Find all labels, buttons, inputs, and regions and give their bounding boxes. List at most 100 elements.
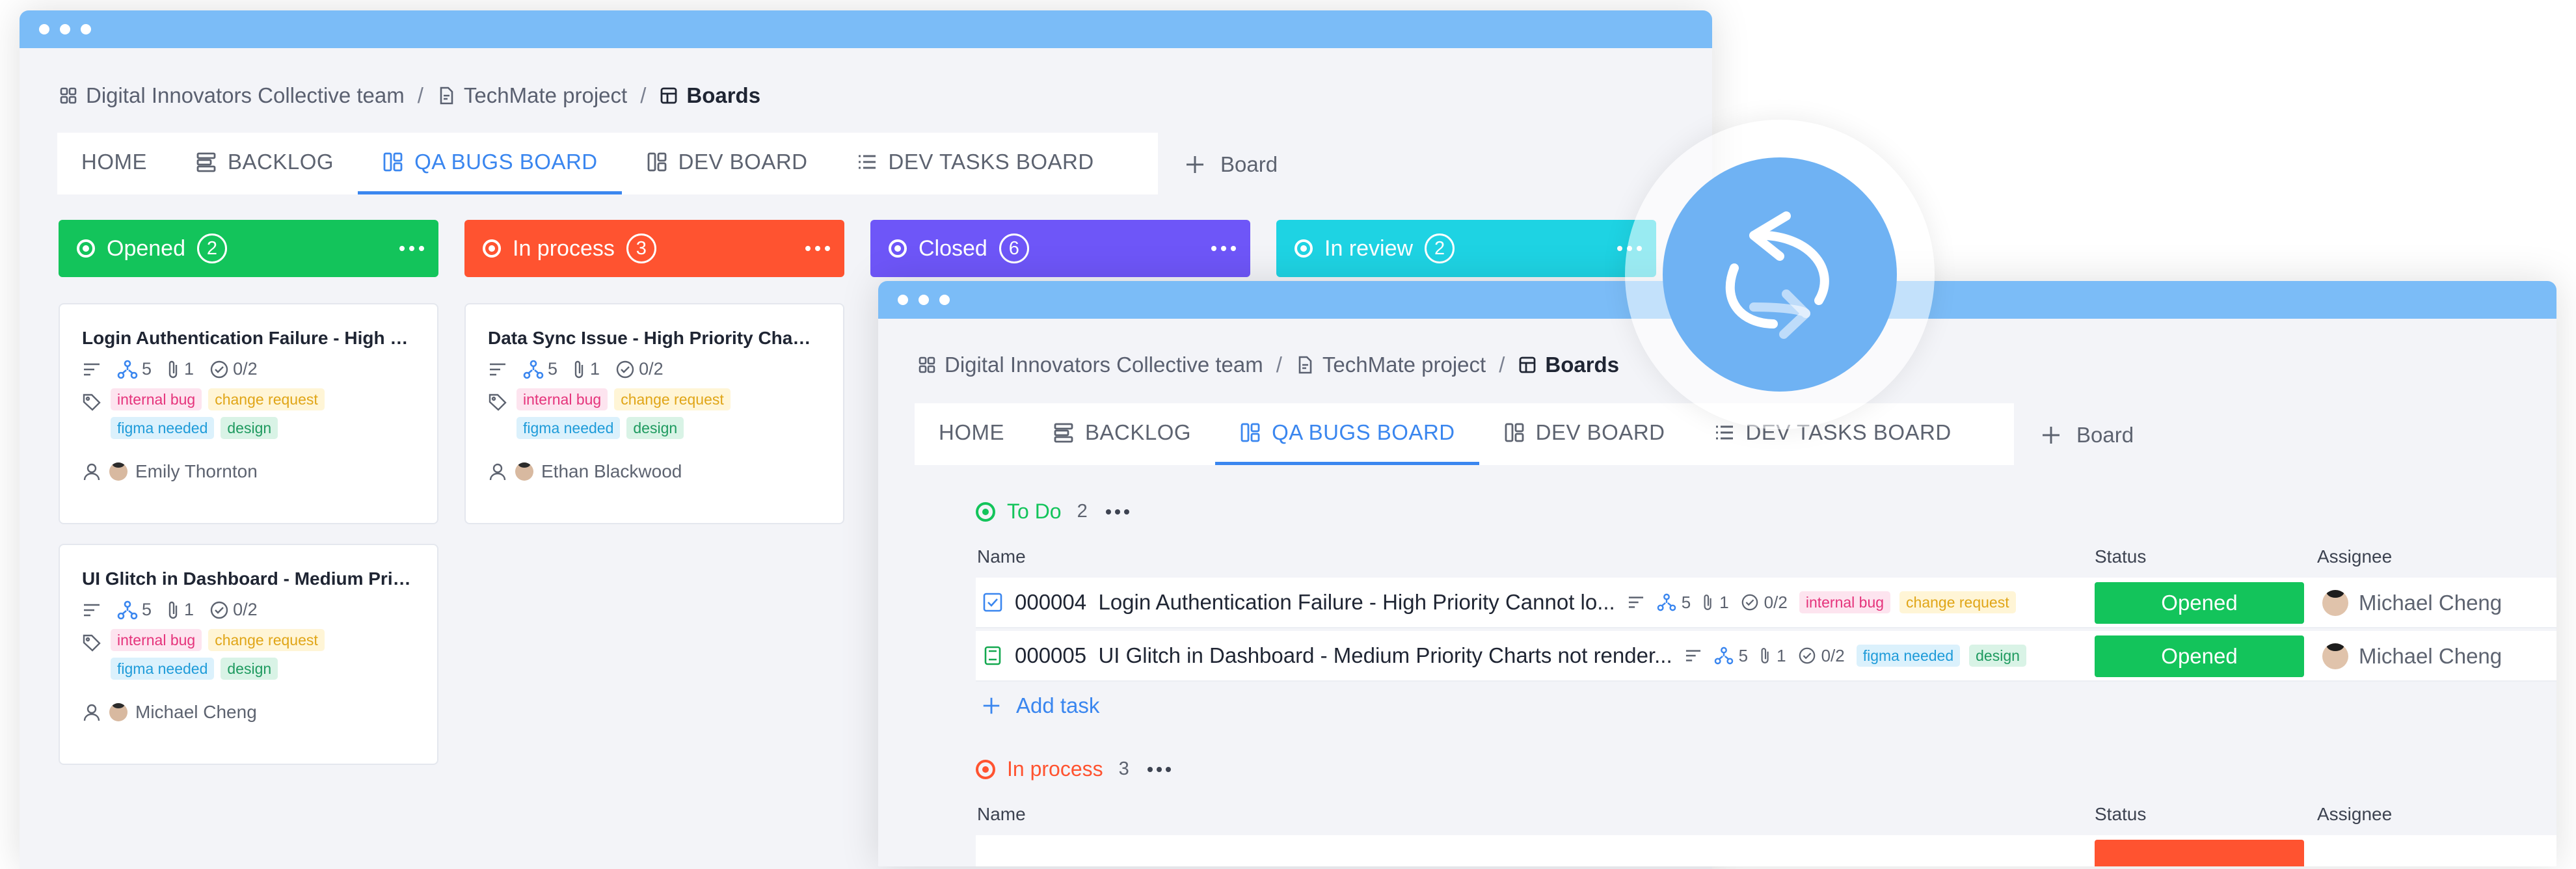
- add-board-label: Board: [1220, 152, 1278, 176]
- status-badge[interactable]: Opened: [2095, 582, 2304, 624]
- checklist-value: 0/2: [233, 359, 258, 379]
- subtasks-value: 5: [142, 600, 152, 619]
- tab-home[interactable]: HOME: [57, 133, 171, 194]
- task-name[interactable]: 000004 Login Authentication Failure - Hi…: [1015, 590, 1615, 615]
- table-row[interactable]: 000004 Login Authentication Failure - Hi…: [976, 578, 2556, 628]
- checklist-value: 0/2: [1821, 645, 1845, 665]
- checklist-icon: [1741, 594, 1758, 611]
- more-icon[interactable]: [399, 246, 424, 251]
- checklist-count: 0/2: [209, 359, 258, 379]
- task-card[interactable]: Data Sync Issue - High Priority Chang...…: [464, 303, 844, 524]
- tag-change-request[interactable]: change request: [208, 388, 325, 410]
- breadcrumb: Digital Innovators Collective team / Tec…: [59, 83, 760, 108]
- tag-internal-bug[interactable]: internal bug: [517, 388, 608, 410]
- group-title: In process: [1007, 757, 1103, 781]
- more-icon[interactable]: [1147, 766, 1171, 772]
- tag-internal-bug[interactable]: internal bug: [111, 629, 202, 651]
- column-header-in-process[interactable]: In process 3: [464, 220, 844, 277]
- boards-icon: [660, 87, 677, 104]
- breadcrumb-project[interactable]: TechMate project: [1322, 353, 1486, 377]
- tab-backlog[interactable]: BACKLOG: [1028, 403, 1215, 465]
- tag-internal-bug[interactable]: internal bug: [1799, 591, 1891, 613]
- window-control-dot[interactable]: [939, 295, 950, 305]
- tag-figma-needed[interactable]: figma needed: [111, 658, 215, 680]
- tag-figma-needed[interactable]: figma needed: [1856, 645, 1961, 667]
- avatar: [2322, 643, 2348, 669]
- column-header-opened[interactable]: Opened 2: [59, 220, 438, 277]
- more-icon[interactable]: [805, 246, 830, 251]
- attachments-count: 1: [167, 600, 194, 620]
- tab-home[interactable]: HOME: [915, 403, 1028, 465]
- add-task-button[interactable]: Add task: [981, 693, 1099, 718]
- attachments-value: 1: [1719, 592, 1729, 612]
- tag-design[interactable]: design: [626, 417, 684, 439]
- breadcrumb-team[interactable]: Digital Innovators Collective team: [945, 353, 1263, 377]
- task-doc-icon[interactable]: [982, 645, 1003, 666]
- group-header-in-process[interactable]: In process 3: [976, 757, 1171, 781]
- tag-design[interactable]: design: [221, 658, 278, 680]
- tab-qa-bugs-board[interactable]: QA BUGS BOARD: [358, 133, 622, 194]
- column-count: 2: [197, 234, 227, 263]
- task-checkbox-icon[interactable]: [982, 592, 1003, 613]
- tag-internal-bug[interactable]: internal bug: [111, 388, 202, 410]
- tag-change-request[interactable]: change request: [614, 388, 731, 410]
- tab-dev-tasks-board[interactable]: DEV TASKS BOARD: [832, 133, 1118, 194]
- tab-label: QA BUGS BOARD: [414, 150, 598, 174]
- window-control-dot[interactable]: [898, 295, 908, 305]
- tag-change-request[interactable]: change request: [1899, 591, 2016, 613]
- subtask-icon: [117, 600, 138, 619]
- subtasks-value: 5: [142, 359, 152, 379]
- tag-icon: [83, 394, 101, 411]
- task-card[interactable]: UI Glitch in Dashboard - Medium Prior...…: [59, 544, 438, 765]
- more-icon[interactable]: [1105, 509, 1129, 515]
- tag-figma-needed[interactable]: figma needed: [111, 417, 215, 439]
- column-header-assignee: Assignee: [2317, 804, 2393, 824]
- breadcrumb-separator: /: [640, 83, 647, 107]
- window-control-dot[interactable]: [39, 24, 49, 34]
- list-icon: [858, 155, 876, 169]
- tab-label: DEV BOARD: [1535, 420, 1665, 444]
- assignee[interactable]: Michael Cheng: [2322, 643, 2502, 669]
- more-icon[interactable]: [1211, 246, 1236, 251]
- tab-dev-board[interactable]: DEV BOARD: [622, 133, 832, 194]
- description-lines-icon: [490, 363, 505, 375]
- assignee[interactable]: Michael Cheng: [2322, 590, 2502, 616]
- tag-figma-needed[interactable]: figma needed: [517, 417, 621, 439]
- add-board-button[interactable]: Board: [1184, 152, 1278, 177]
- attachment-icon: [168, 360, 178, 378]
- add-board-button[interactable]: Board: [2040, 423, 2134, 448]
- team-grid-icon: [60, 87, 77, 104]
- task-name[interactable]: 000005 UI Glitch in Dashboard - Medium P…: [1015, 643, 1672, 668]
- group-count: 2: [1077, 501, 1088, 522]
- breadcrumb-project[interactable]: TechMate project: [464, 83, 627, 108]
- group-header-todo[interactable]: To Do 2: [976, 500, 1129, 524]
- table-row[interactable]: [976, 835, 2556, 866]
- tag-design[interactable]: design: [221, 417, 278, 439]
- tab-qa-bugs-board[interactable]: QA BUGS BOARD: [1215, 403, 1479, 465]
- tab-dev-board[interactable]: DEV BOARD: [1479, 403, 1689, 465]
- checklist-icon: [210, 360, 228, 378]
- window-control-dot[interactable]: [919, 295, 929, 305]
- card-owner: Emily Thornton: [82, 461, 415, 482]
- status-badge[interactable]: Opened: [2095, 635, 2304, 677]
- breadcrumb-team[interactable]: Digital Innovators Collective team: [86, 83, 405, 108]
- tag-change-request[interactable]: change request: [208, 629, 325, 651]
- tab-backlog[interactable]: BACKLOG: [171, 133, 358, 194]
- column-count: 2: [1425, 234, 1455, 263]
- sync-badge: [1625, 120, 1935, 429]
- window-control-dot[interactable]: [60, 24, 70, 34]
- column-header-in-review[interactable]: In review 2: [1276, 220, 1656, 277]
- tag-design[interactable]: design: [1969, 645, 2026, 667]
- column-header-assignee: Assignee: [2317, 546, 2393, 567]
- checklist-icon: [210, 601, 228, 619]
- column-title: Closed: [919, 235, 987, 261]
- subtask-icon: [1714, 647, 1733, 665]
- attachment-icon: [1704, 595, 1711, 610]
- card-meta: 5 1 0/2: [82, 359, 415, 379]
- column-header-closed[interactable]: Closed 6: [870, 220, 1250, 277]
- window-control-dot[interactable]: [81, 24, 91, 34]
- table-row[interactable]: 000005 UI Glitch in Dashboard - Medium P…: [976, 631, 2556, 682]
- task-card[interactable]: Login Authentication Failure - High Pri.…: [59, 303, 438, 524]
- subtask-icon: [117, 360, 138, 379]
- checklist-count: 0/2: [209, 600, 258, 620]
